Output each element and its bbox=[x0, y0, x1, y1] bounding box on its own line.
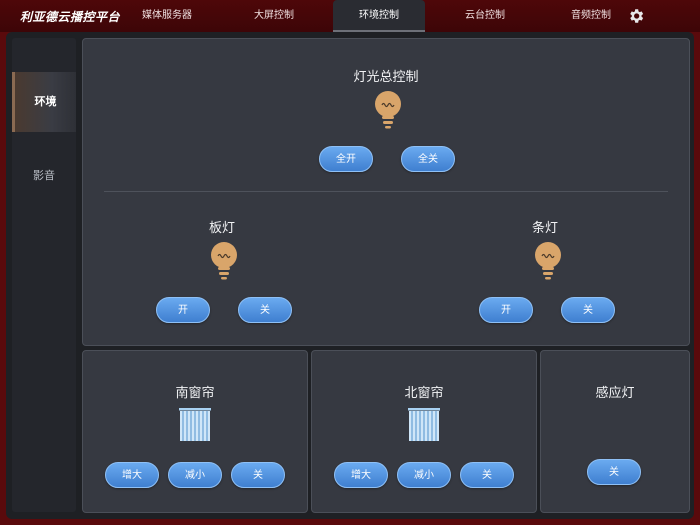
south-curtain-decrease-button[interactable]: 减小 bbox=[168, 462, 222, 488]
north-curtain-decrease-button[interactable]: 减小 bbox=[397, 462, 451, 488]
tab-screen-control[interactable]: 大屏控制 bbox=[235, 0, 313, 32]
strip-light-on-button[interactable]: 开 bbox=[479, 297, 533, 323]
panel-light-on-button[interactable]: 开 bbox=[156, 297, 210, 323]
sensor-light-title: 感应灯 bbox=[595, 386, 635, 401]
sensor-light-panel bbox=[540, 350, 690, 513]
master-light-title: 灯光总控制 bbox=[353, 70, 419, 85]
south-curtain-off-button[interactable]: 关 bbox=[231, 462, 285, 488]
north-curtain-off-button[interactable]: 关 bbox=[460, 462, 514, 488]
panel-light-title: 板灯 bbox=[208, 221, 235, 236]
tab-environment-control[interactable]: 环境控制 bbox=[333, 0, 425, 32]
sidebar-item-av[interactable]: 影音 bbox=[12, 146, 76, 206]
all-off-button[interactable]: 全关 bbox=[401, 146, 455, 172]
tab-audio-control[interactable]: 音频控制 bbox=[552, 0, 630, 32]
panel-light-off-button[interactable]: 关 bbox=[238, 297, 292, 323]
sidebar-item-environment[interactable]: 环境 bbox=[12, 72, 76, 132]
curtain-icon bbox=[179, 408, 211, 441]
north-curtain-title: 北窗帘 bbox=[404, 386, 444, 401]
top-nav-bar: 利亚德云播控平台 媒体服务器 大屏控制 环境控制 云台控制 音频控制 bbox=[0, 0, 700, 32]
strip-light-off-button[interactable]: 关 bbox=[561, 297, 615, 323]
tab-media-server[interactable]: 媒体服务器 bbox=[128, 0, 206, 32]
curtain-icon bbox=[408, 408, 440, 441]
brand-title: 利亚德云播控平台 bbox=[20, 10, 121, 24]
sidebar: 环境 影音 bbox=[12, 38, 76, 512]
bulb-icon bbox=[375, 91, 401, 129]
bulb-icon bbox=[211, 242, 237, 280]
section-divider bbox=[104, 191, 668, 192]
tab-ptz-control[interactable]: 云台控制 bbox=[446, 0, 524, 32]
south-curtain-title: 南窗帘 bbox=[175, 386, 215, 401]
all-on-button[interactable]: 全开 bbox=[319, 146, 373, 172]
south-curtain-increase-button[interactable]: 增大 bbox=[105, 462, 159, 488]
bulb-icon bbox=[535, 242, 561, 280]
north-curtain-increase-button[interactable]: 增大 bbox=[334, 462, 388, 488]
gear-icon[interactable] bbox=[627, 7, 645, 25]
strip-light-title: 条灯 bbox=[531, 221, 558, 236]
sensor-light-off-button[interactable]: 关 bbox=[587, 459, 641, 485]
